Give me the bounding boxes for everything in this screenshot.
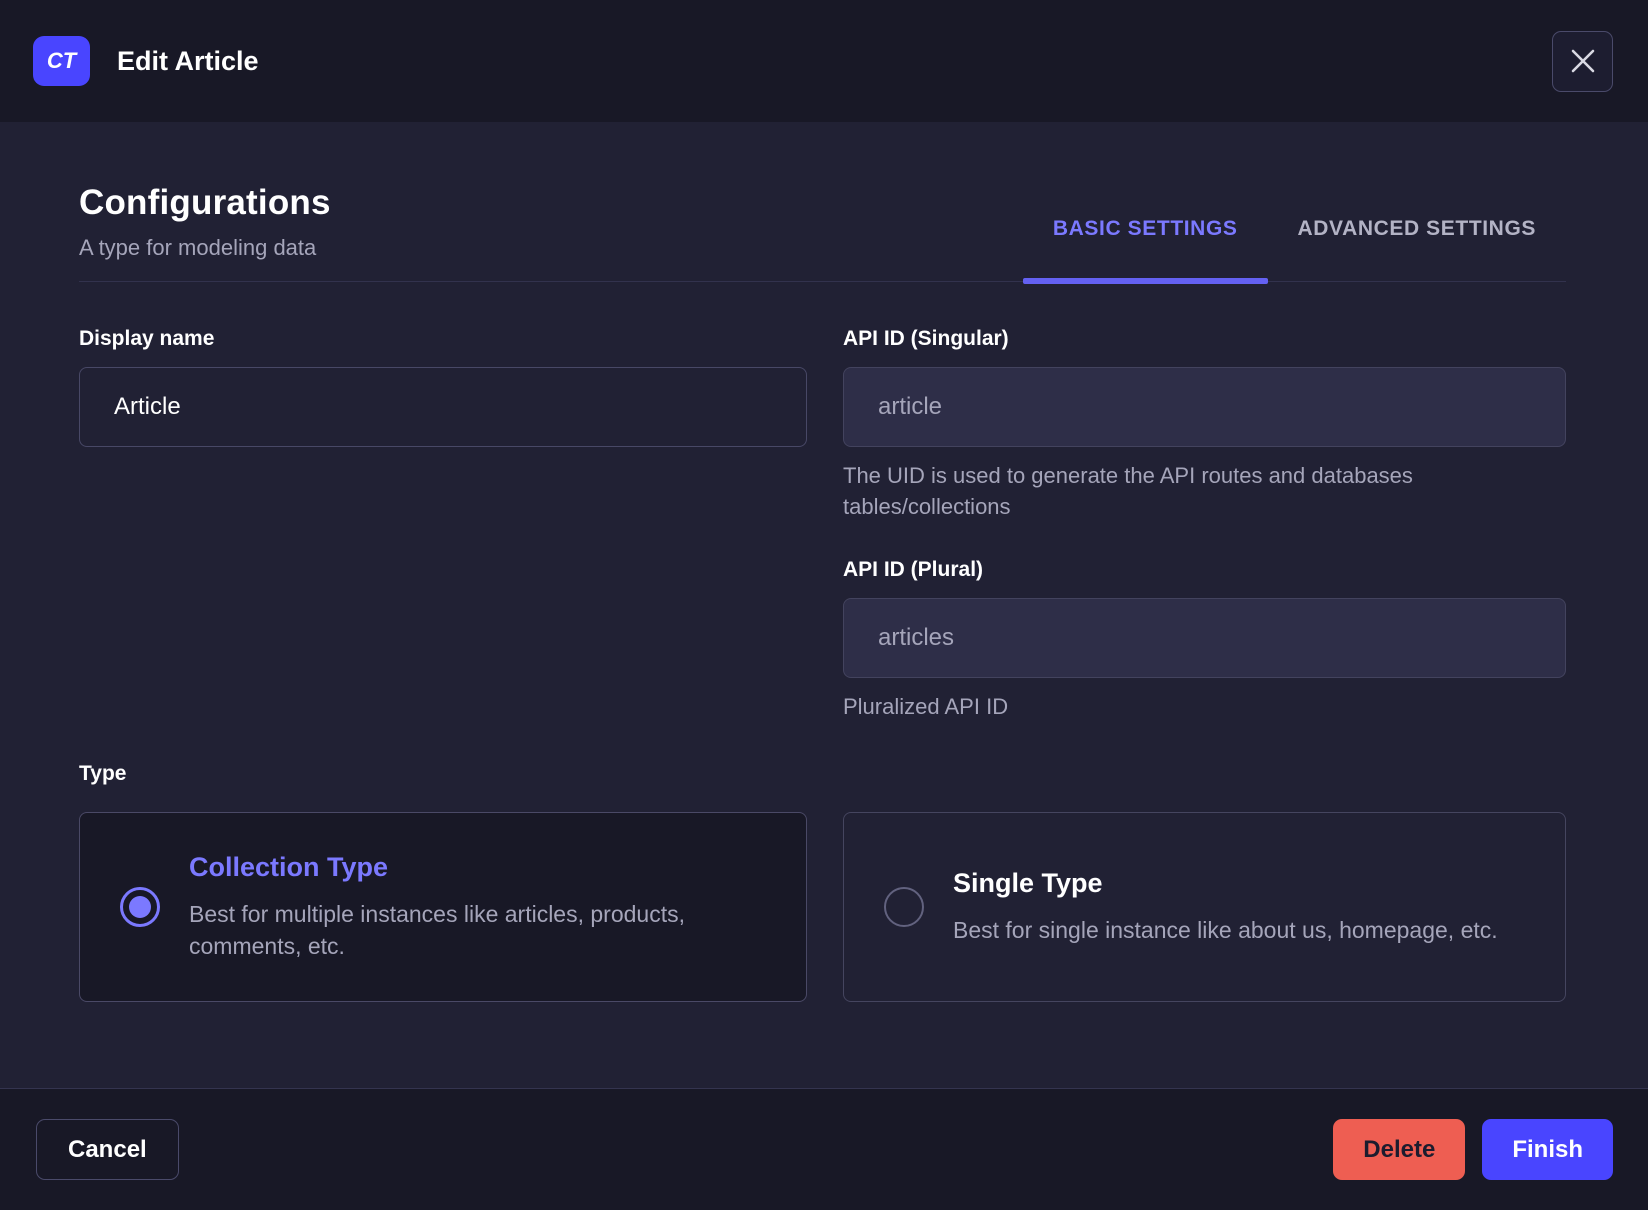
collection-type-title: Collection Type — [189, 852, 389, 882]
single-type-text: Single Type Best for single instance lik… — [953, 868, 1498, 946]
modal-header: CT Edit Article — [0, 0, 1648, 122]
api-id-singular-group: API ID (Singular) The UID is used to gen… — [843, 327, 1566, 522]
single-type-card[interactable]: Single Type Best for single instance lik… — [843, 812, 1566, 1002]
page-subtitle: A type for modeling data — [79, 235, 317, 260]
collection-type-description: Best for multiple instances like article… — [189, 901, 685, 959]
configurations-header: Configurations A type for modeling data … — [79, 183, 1567, 284]
tab-basic-settings[interactable]: BASIC SETTINGS — [1022, 217, 1268, 284]
tab-advanced-settings[interactable]: ADVANCED SETTINGS — [1268, 217, 1567, 281]
form-grid: Display name API ID (Singular) The UID i… — [79, 327, 1566, 722]
close-button[interactable] — [1552, 30, 1613, 92]
api-id-singular-hint: The UID is used to generate the API rout… — [843, 463, 1413, 519]
modal-title: Edit Article — [117, 45, 259, 76]
single-type-title: Single Type — [953, 868, 1103, 898]
display-name-input[interactable] — [79, 367, 807, 447]
delete-button[interactable]: Delete — [1333, 1119, 1466, 1180]
display-name-label: Display name — [79, 327, 215, 350]
form-column-right: API ID (Singular) The UID is used to gen… — [843, 327, 1566, 722]
display-name-group: Display name — [79, 327, 807, 447]
content-type-badge-label: CT — [46, 48, 77, 73]
radio-unselected-icon — [884, 887, 924, 927]
close-icon — [1570, 48, 1596, 74]
modal-header-left: CT Edit Article — [33, 36, 259, 86]
form-column-left: Display name — [79, 327, 807, 722]
type-cards: Collection Type Best for multiple instan… — [79, 812, 1566, 1002]
type-label: Type — [79, 762, 127, 785]
page-title: Configurations — [79, 183, 331, 222]
finish-button[interactable]: Finish — [1482, 1119, 1613, 1180]
radio-single-type[interactable] — [884, 887, 924, 927]
radio-collection-type[interactable] — [120, 887, 160, 927]
api-id-plural-label: API ID (Plural) — [843, 558, 984, 581]
api-id-singular-label: API ID (Singular) — [843, 327, 1009, 350]
api-id-plural-input — [843, 598, 1566, 678]
api-id-singular-input — [843, 367, 1566, 447]
radio-selected-icon — [120, 887, 160, 927]
footer-actions: Delete Finish — [1333, 1119, 1613, 1180]
type-section: Type Collection Type Best for multiple i… — [79, 762, 1566, 1002]
single-type-description: Best for single instance like about us, … — [953, 917, 1498, 943]
collection-type-text: Collection Type Best for multiple instan… — [189, 852, 749, 962]
api-id-plural-group: API ID (Plural) Pluralized API ID — [843, 558, 1566, 722]
modal-footer: Cancel Delete Finish — [0, 1088, 1648, 1210]
edit-article-modal: CT Edit Article Configurations A type fo… — [0, 0, 1648, 1210]
settings-tabs: BASIC SETTINGS ADVANCED SETTINGS — [1022, 217, 1567, 284]
content-type-badge: CT — [33, 36, 90, 86]
collection-type-card[interactable]: Collection Type Best for multiple instan… — [79, 812, 807, 1002]
configurations-titles: Configurations A type for modeling data — [79, 183, 331, 281]
api-id-plural-hint: Pluralized API ID — [843, 694, 1009, 719]
cancel-button[interactable]: Cancel — [36, 1119, 179, 1180]
modal-body: Configurations A type for modeling data … — [0, 122, 1648, 1088]
